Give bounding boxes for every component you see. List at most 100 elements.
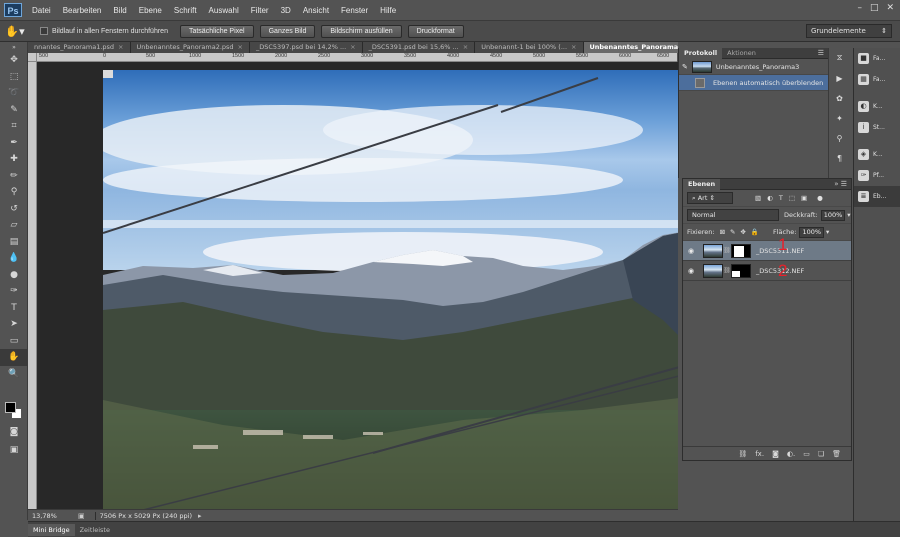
ruler-corner[interactable]	[28, 53, 37, 62]
link-layers-icon[interactable]: ⛓	[738, 450, 747, 458]
pen-tool-icon[interactable]: ✑	[0, 283, 28, 300]
print-size-button[interactable]: Druckformat	[407, 24, 464, 38]
shape-tool-icon[interactable]: ▭	[0, 333, 28, 350]
filter-toggle-icon[interactable]: ●	[817, 194, 823, 202]
close-icon[interactable]: ×	[118, 42, 123, 53]
dock-item-kanaele[interactable]: ◈ K...	[854, 144, 900, 165]
dock-item-farbe[interactable]: ■ Fa...	[854, 48, 900, 69]
quick-select-tool-icon[interactable]: ✎	[0, 102, 28, 119]
brush-preset-icon[interactable]: ✿	[829, 88, 850, 108]
doc-tab[interactable]: Unbenanntes_Panorama2.psd ×	[130, 42, 250, 53]
trash-icon[interactable]: 🗑	[832, 450, 841, 458]
doc-tab[interactable]: nnantes_Panorama1.psd ×	[28, 42, 131, 53]
zoom-level[interactable]: 13,78%	[28, 512, 78, 520]
clone-source-icon[interactable]: ⚲	[829, 128, 850, 148]
document-info[interactable]: 7506 Px x 5029 Px (240 ppi)	[94, 511, 192, 520]
doc-tab-active[interactable]: Unbenanntes_Panorama3 bei 13,8% (_DSC531…	[583, 42, 678, 53]
move-tool-icon[interactable]: ✥	[0, 52, 28, 69]
dock-item-korrektur[interactable]: ◐ K...	[854, 96, 900, 117]
menu-ansicht[interactable]: Ansicht	[303, 6, 329, 15]
menu-auswahl[interactable]: Auswahl	[209, 6, 239, 15]
actual-pixels-button[interactable]: Tatsächliche Pixel	[179, 24, 254, 38]
healing-tool-icon[interactable]: ✚	[0, 151, 28, 168]
adjustment-layer-icon[interactable]: ◐.	[787, 450, 795, 458]
panorama-image[interactable]	[103, 70, 678, 509]
link-icon[interactable]: ⛓	[723, 247, 731, 254]
filter-shape-icon[interactable]: ⬚	[789, 194, 795, 202]
layer-mask-thumbnail[interactable]	[731, 263, 751, 278]
close-icon[interactable]: ×	[350, 42, 355, 53]
chevron-down-icon[interactable]: ▾	[847, 211, 850, 219]
history-snapshot[interactable]: ✎ Unbenanntes_Panorama3	[679, 59, 828, 75]
vertical-ruler[interactable]	[28, 62, 37, 509]
layer-filter-select[interactable]: ⌕ Art ⇕	[687, 192, 733, 204]
panel-menu-icon[interactable]: » ☰	[834, 180, 847, 188]
filter-pixel-icon[interactable]: ▧	[755, 194, 761, 202]
hand-tool-icon[interactable]: ✋▾	[0, 25, 30, 38]
lock-all-icon[interactable]: 🔒	[751, 228, 759, 236]
close-icon[interactable]: ×	[571, 42, 576, 53]
zoom-tool-icon[interactable]: 🔍	[0, 366, 28, 383]
lock-image-icon[interactable]: ✎	[730, 228, 735, 236]
menu-datei[interactable]: Datei	[32, 6, 51, 15]
panel-menu-icon[interactable]: ☰	[818, 49, 824, 57]
doc-tab[interactable]: Unbenannt-1 bei 100% (... ×	[475, 42, 584, 53]
workspace-select[interactable]: Grundelemente ⇕	[806, 24, 892, 38]
screen-mode-icon[interactable]: ▣	[0, 442, 28, 459]
blend-mode-select[interactable]: Normal	[687, 209, 779, 221]
tab-ebenen[interactable]: Ebenen	[683, 178, 721, 190]
tool-preset-icon[interactable]: ✦	[829, 108, 850, 128]
menu-3d[interactable]: 3D	[281, 6, 291, 15]
canvas-area[interactable]	[37, 62, 678, 509]
fill-screen-button[interactable]: Bildschirm ausfüllen	[321, 24, 402, 38]
doc-tab[interactable]: _DSC5391.psd bei 15,6% ... ×	[362, 42, 476, 53]
menu-bearbeiten[interactable]: Bearbeiten	[63, 6, 102, 15]
filter-smart-icon[interactable]: ▣	[801, 194, 807, 202]
link-icon[interactable]: ⛓	[723, 267, 731, 274]
clone-stamp-tool-icon[interactable]: ⚲	[0, 184, 28, 201]
dodge-tool-icon[interactable]: ●	[0, 267, 28, 284]
fit-screen-button[interactable]: Ganzes Bild	[259, 24, 316, 38]
gradient-tool-icon[interactable]: ▤	[0, 234, 28, 251]
play-icon[interactable]: ▶	[829, 68, 850, 88]
tab-zeitleiste[interactable]: Zeitleiste	[75, 524, 115, 536]
tab-mini-bridge[interactable]: Mini Bridge	[28, 523, 75, 536]
fill-field[interactable]: 100%	[799, 226, 825, 238]
fx-icon[interactable]: fx.	[755, 450, 764, 458]
arrow-right-icon[interactable]: ▸	[198, 512, 202, 520]
marquee-tool-icon[interactable]: ⬚	[0, 69, 28, 86]
dock-item-ebenen[interactable]: ≣ Eb...	[854, 186, 900, 207]
dock-item-pfade[interactable]: ✑ Pf...	[854, 165, 900, 186]
scroll-all-windows-checkbox[interactable]	[40, 27, 48, 35]
blur-tool-icon[interactable]: 💧	[0, 250, 28, 267]
type-tool-icon[interactable]: T	[0, 300, 28, 317]
layer-mask-thumbnail[interactable]	[731, 243, 751, 258]
eye-icon[interactable]: ◉	[683, 247, 699, 255]
horizontal-ruler[interactable]: 500 0 500 1000 1500 2000 2500 3000 3500 …	[37, 53, 677, 62]
menu-filter[interactable]: Filter	[251, 6, 269, 15]
crop-tool-icon[interactable]: ⌗	[0, 118, 28, 135]
history-icon[interactable]: ⧖	[829, 48, 850, 68]
doc-tab[interactable]: _DSC5397.psd bei 14,2% ... ×	[250, 42, 363, 53]
hand-tool-icon[interactable]: ✋	[0, 349, 28, 366]
filter-type-icon[interactable]: T	[779, 194, 783, 202]
lock-position-icon[interactable]: ✥	[740, 228, 745, 236]
dock-item-stile[interactable]: i St...	[854, 117, 900, 138]
opacity-field[interactable]: 100%	[820, 209, 846, 221]
eraser-tool-icon[interactable]: ▱	[0, 217, 28, 234]
chevron-down-icon[interactable]: ▾	[826, 228, 829, 236]
paragraph-icon[interactable]: ¶	[829, 148, 850, 168]
quick-mask-icon[interactable]: ◙	[0, 424, 28, 441]
dock-item-farbfelder[interactable]: ▦ Fa...	[854, 69, 900, 90]
new-group-icon[interactable]: ▭	[803, 450, 810, 458]
filter-adjust-icon[interactable]: ◐	[767, 194, 773, 202]
menu-fenster[interactable]: Fenster	[341, 6, 368, 15]
restore-button[interactable]: □	[870, 3, 879, 13]
minimize-button[interactable]: –	[857, 3, 862, 13]
tab-aktionen[interactable]: Aktionen	[722, 48, 761, 59]
collapse-icon[interactable]: »	[0, 42, 28, 52]
new-layer-icon[interactable]: ❏	[818, 450, 824, 458]
tab-protokoll[interactable]: Protokoll	[679, 47, 723, 59]
add-mask-icon[interactable]: ◙	[772, 450, 779, 458]
eyedropper-tool-icon[interactable]: ✒	[0, 135, 28, 152]
